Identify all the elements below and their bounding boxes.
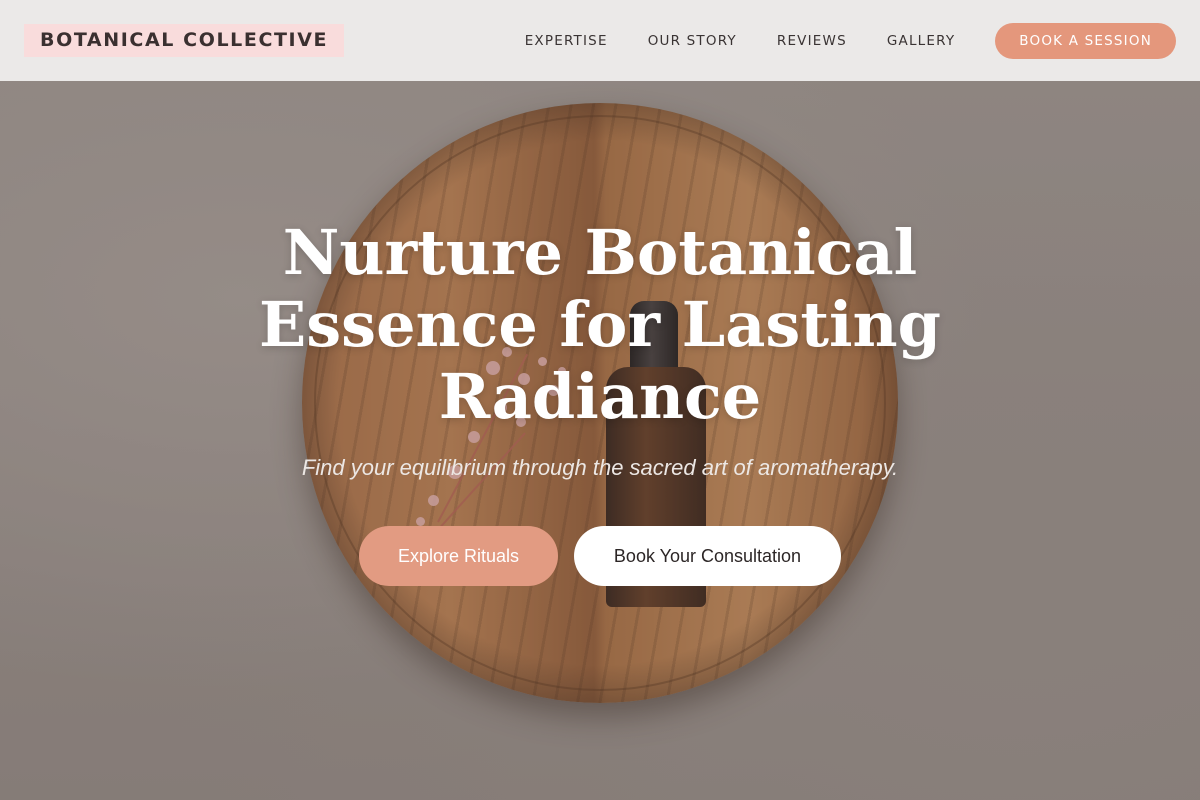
- main-nav: EXPERTISE OUR STORY REVIEWS GALLERY BOOK…: [525, 22, 1176, 59]
- hero-cta-row: Explore Rituals Book Your Consultation: [0, 526, 1200, 586]
- hero-title: Nurture Botanical Essence for Lasting Ra…: [259, 216, 941, 433]
- site-header: BOTANICAL COLLECTIVE EXPERTISE OUR STORY…: [0, 0, 1200, 81]
- nav-link-expertise[interactable]: EXPERTISE: [525, 33, 608, 49]
- explore-rituals-button[interactable]: Explore Rituals: [359, 526, 558, 586]
- book-session-button[interactable]: BOOK A SESSION: [995, 22, 1176, 59]
- hero-content: Nurture Botanical Essence for Lasting Ra…: [0, 81, 1200, 800]
- nav-link-gallery[interactable]: GALLERY: [887, 33, 955, 49]
- nav-link-reviews[interactable]: REVIEWS: [777, 33, 847, 49]
- book-consultation-button[interactable]: Book Your Consultation: [574, 526, 841, 586]
- site-logo[interactable]: BOTANICAL COLLECTIVE: [24, 24, 345, 57]
- nav-link-our-story[interactable]: OUR STORY: [648, 33, 737, 49]
- hero-subtitle: Find your equilibrium through the sacred…: [301, 455, 899, 480]
